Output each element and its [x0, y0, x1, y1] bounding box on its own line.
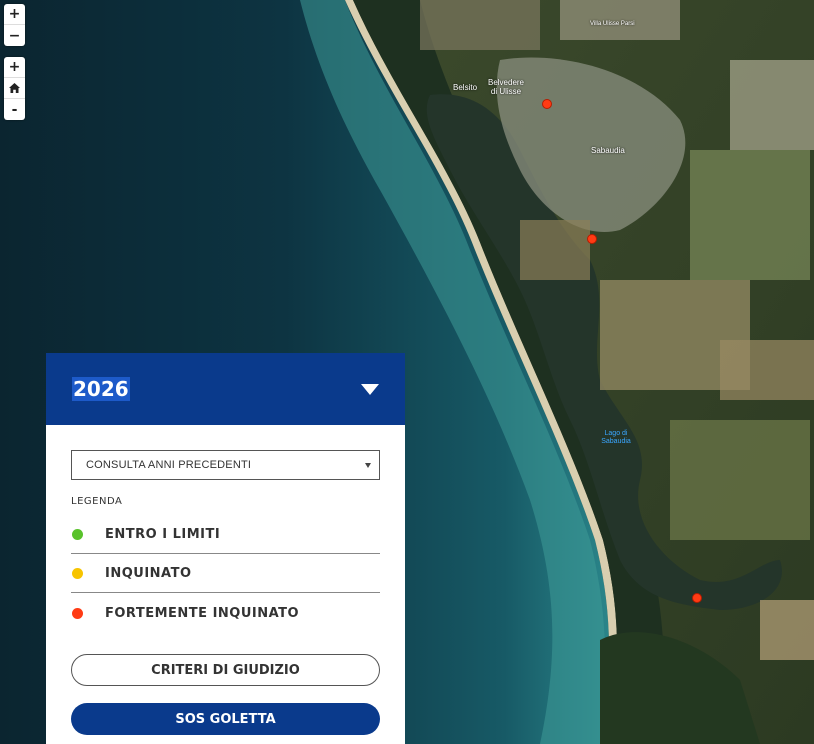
criteri-di-giudizio-button[interactable]: CRITERI DI GIUDIZIO	[71, 654, 380, 686]
navigation-control-group: + -	[4, 57, 25, 120]
map-marker[interactable]	[692, 593, 702, 603]
previous-years-select-label: CONSULTA ANNI PRECEDENTI	[86, 459, 252, 471]
yellow-dot-icon	[72, 567, 83, 579]
legend-item-label: ENTRO I LIMITI	[105, 526, 221, 542]
map-marker[interactable]	[587, 234, 597, 244]
place-label-villa: Villa Ulisse Parsi	[590, 21, 635, 27]
previous-years-select[interactable]: CONSULTA ANNI PRECEDENTI	[71, 450, 380, 480]
nav-zoom-out-button[interactable]: -	[4, 99, 25, 120]
legend-panel: 2026 CONSULTA ANNI PRECEDENTI LEGENDA EN…	[46, 353, 405, 744]
place-label-belvedere: Belvedere di Ulisse	[487, 78, 525, 96]
legend-title: LEGENDA	[71, 496, 123, 507]
map-marker[interactable]	[542, 99, 552, 109]
nav-zoom-in-button[interactable]: +	[4, 57, 25, 78]
legend-item-label: FORTEMENTE INQUINATO	[105, 606, 300, 621]
year-selector-header[interactable]: 2026	[46, 353, 405, 425]
lake-label: Lago di Sabaudia	[601, 430, 631, 445]
place-label-belsito: Belsito	[453, 83, 478, 92]
legend-item: INQUINATO	[71, 554, 380, 593]
home-button[interactable]	[4, 78, 25, 99]
red-dot-icon	[72, 608, 83, 619]
zoom-in-button[interactable]: +	[4, 4, 25, 25]
legend-item: ENTRO I LIMITI	[71, 515, 380, 554]
year-label: 2026	[72, 377, 130, 401]
legend-item-label: INQUINATO	[105, 565, 192, 581]
home-icon	[9, 83, 20, 93]
zoom-out-button[interactable]: −	[4, 25, 25, 46]
caret-down-icon	[361, 383, 379, 395]
legend-item: FORTEMENTE INQUINATO	[71, 594, 380, 633]
chevron-down-icon	[365, 462, 371, 468]
sos-goletta-button[interactable]: SOS GOLETTA	[71, 703, 380, 735]
place-label-sabaudia: Sabaudia	[591, 146, 625, 155]
green-dot-icon	[72, 528, 83, 540]
zoom-control-group: + −	[4, 4, 25, 46]
